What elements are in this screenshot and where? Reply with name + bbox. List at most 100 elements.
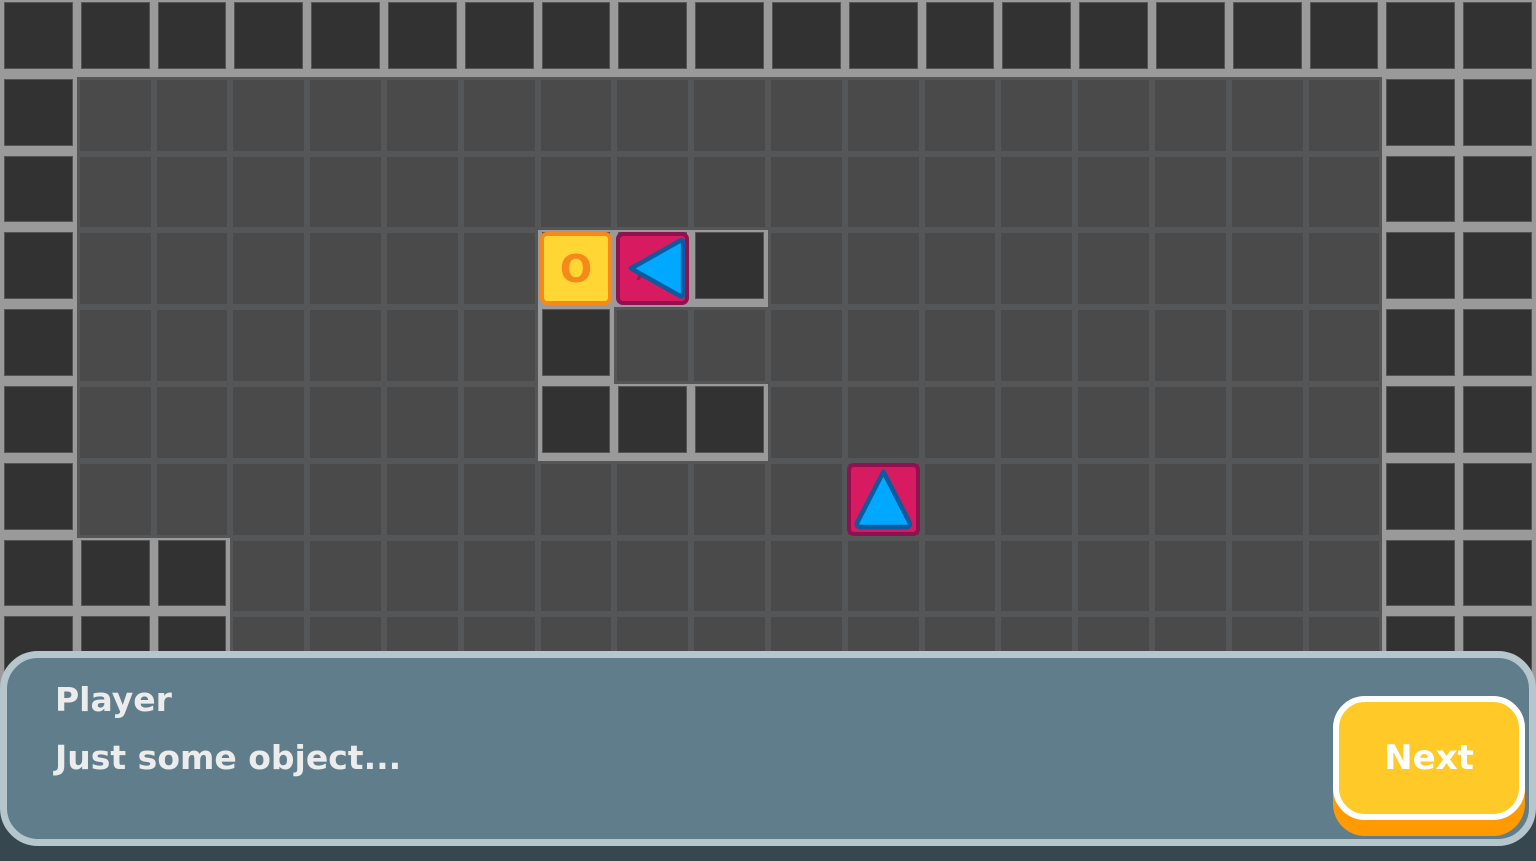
floor-tile bbox=[921, 537, 999, 615]
floor-tile bbox=[384, 537, 461, 615]
wall-tile bbox=[0, 0, 77, 77]
wall-tile bbox=[1459, 0, 1536, 77]
floor-tile bbox=[384, 76, 461, 154]
floor-tile bbox=[844, 230, 922, 308]
floor-tile bbox=[384, 153, 461, 231]
wall-tile bbox=[1459, 384, 1536, 461]
floor-tile bbox=[537, 153, 615, 231]
floor-tile bbox=[614, 460, 692, 538]
floor-tile bbox=[691, 76, 768, 154]
floor-tile bbox=[998, 230, 1076, 308]
wall-tile bbox=[1459, 230, 1536, 308]
floor-tile bbox=[691, 153, 768, 231]
wall-tile bbox=[384, 0, 461, 77]
floor-tile bbox=[691, 307, 768, 384]
floor-tile bbox=[307, 460, 384, 538]
wall-tile bbox=[0, 537, 77, 615]
floor-tile bbox=[998, 153, 1076, 231]
floor-tile bbox=[1152, 230, 1229, 308]
dialog-panel: Player Just some object... Next bbox=[0, 651, 1536, 846]
floor-tile bbox=[1152, 307, 1229, 384]
floor-tile bbox=[614, 307, 692, 384]
floor-tile bbox=[230, 384, 308, 461]
floor-tile bbox=[921, 153, 999, 231]
floor-tile bbox=[460, 230, 538, 308]
floor-tile bbox=[1305, 153, 1383, 231]
letter-block[interactable]: O bbox=[538, 230, 615, 307]
floor-tile bbox=[460, 153, 538, 231]
floor-tile bbox=[460, 384, 538, 461]
wall-tile bbox=[921, 0, 999, 77]
floor-tile bbox=[460, 307, 538, 384]
wall-tile bbox=[1382, 384, 1460, 461]
arrow-up-icon bbox=[854, 469, 912, 530]
floor-tile bbox=[1228, 307, 1306, 384]
next-button-label[interactable]: Next bbox=[1333, 696, 1525, 820]
floor-tile bbox=[307, 153, 384, 231]
floor-tile bbox=[844, 153, 922, 231]
floor-tile bbox=[307, 384, 384, 461]
wall-tile bbox=[0, 460, 77, 538]
floor-tile bbox=[844, 537, 922, 615]
floor-tile bbox=[1228, 384, 1306, 461]
floor-tile bbox=[1075, 384, 1152, 461]
floor-tile bbox=[1075, 460, 1152, 538]
floor-tile bbox=[844, 384, 922, 461]
arrow-block[interactable] bbox=[845, 461, 922, 538]
floor-tile bbox=[1305, 460, 1383, 538]
floor-tile bbox=[844, 307, 922, 384]
floor-tile bbox=[768, 307, 845, 384]
floor-tile bbox=[1152, 153, 1229, 231]
wall-tile bbox=[153, 0, 231, 77]
wall-tile bbox=[1382, 153, 1460, 231]
floor-tile bbox=[460, 460, 538, 538]
floor-tile bbox=[76, 76, 154, 154]
wall-tile bbox=[1382, 460, 1460, 538]
wall-tile bbox=[1075, 0, 1152, 77]
arrow-block[interactable]: A bbox=[614, 230, 691, 307]
wall-tile bbox=[76, 537, 154, 615]
floor-tile bbox=[230, 460, 308, 538]
floor-tile bbox=[1075, 230, 1152, 308]
floor-tile bbox=[614, 76, 692, 154]
wall-tile bbox=[1382, 537, 1460, 615]
dialog-message: Just some object... bbox=[55, 738, 402, 777]
floor-tile bbox=[921, 384, 999, 461]
floor-tile bbox=[691, 537, 768, 615]
floor-tile bbox=[384, 230, 461, 308]
wall-tile bbox=[537, 307, 615, 384]
arrow-shape bbox=[854, 469, 912, 530]
wall-tile bbox=[1382, 76, 1460, 154]
wall-tile bbox=[1382, 307, 1460, 384]
wall-tile bbox=[1382, 0, 1460, 77]
wall-tile bbox=[1459, 153, 1536, 231]
floor-tile bbox=[691, 460, 768, 538]
arrow-shape bbox=[628, 238, 686, 300]
floor-tile bbox=[921, 230, 999, 308]
wall-tile bbox=[460, 0, 538, 77]
floor-tile bbox=[230, 153, 308, 231]
floor-tile bbox=[76, 230, 154, 308]
wall-tile bbox=[0, 230, 77, 308]
floor-tile bbox=[76, 384, 154, 461]
floor-tile bbox=[1228, 153, 1306, 231]
wall-tile bbox=[1152, 0, 1229, 77]
floor-tile bbox=[153, 153, 231, 231]
dialog-box: Player Just some object... Next bbox=[0, 651, 1536, 861]
letter-glyph: O bbox=[559, 246, 593, 291]
floor-tile bbox=[1075, 307, 1152, 384]
next-button[interactable]: Next bbox=[1333, 696, 1525, 836]
floor-tile bbox=[76, 153, 154, 231]
wall-tile bbox=[614, 0, 692, 77]
floor-tile bbox=[768, 384, 845, 461]
floor-tile bbox=[614, 537, 692, 615]
floor-tile bbox=[1228, 230, 1306, 308]
floor-tile bbox=[537, 76, 615, 154]
floor-tile bbox=[768, 537, 845, 615]
floor-tile bbox=[998, 384, 1076, 461]
floor-tile bbox=[230, 230, 308, 308]
floor-tile bbox=[1228, 76, 1306, 154]
floor-tile bbox=[998, 460, 1076, 538]
floor-tile bbox=[307, 537, 384, 615]
floor-tile bbox=[1152, 460, 1229, 538]
